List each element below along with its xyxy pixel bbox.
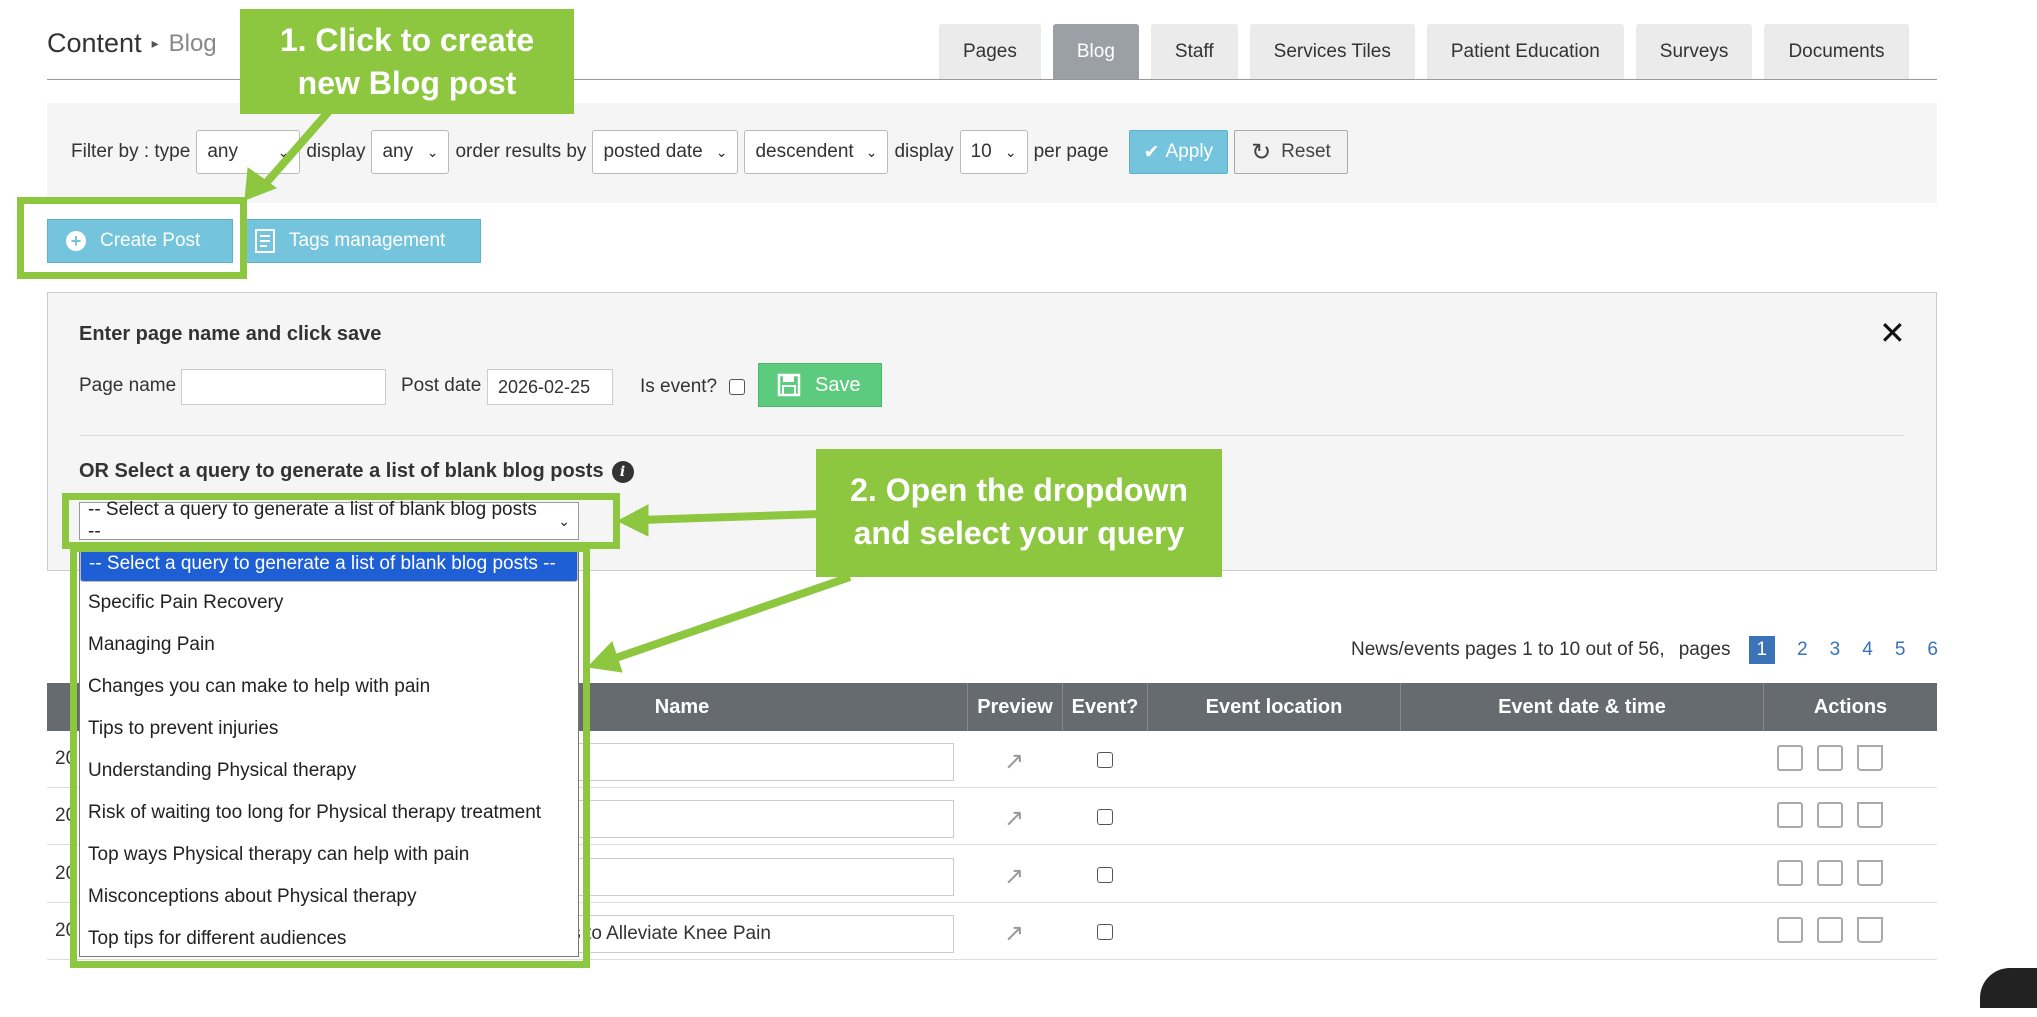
arrow-step-1-shaft — [256, 107, 334, 193]
arrow-step-2b-head — [586, 641, 623, 673]
annotation-arrows — [244, 107, 852, 673]
arrow-step-2b-shaft — [608, 573, 852, 664]
arrow-step-2a-shaft — [639, 510, 821, 524]
arrow-step-2a-head — [616, 504, 649, 537]
